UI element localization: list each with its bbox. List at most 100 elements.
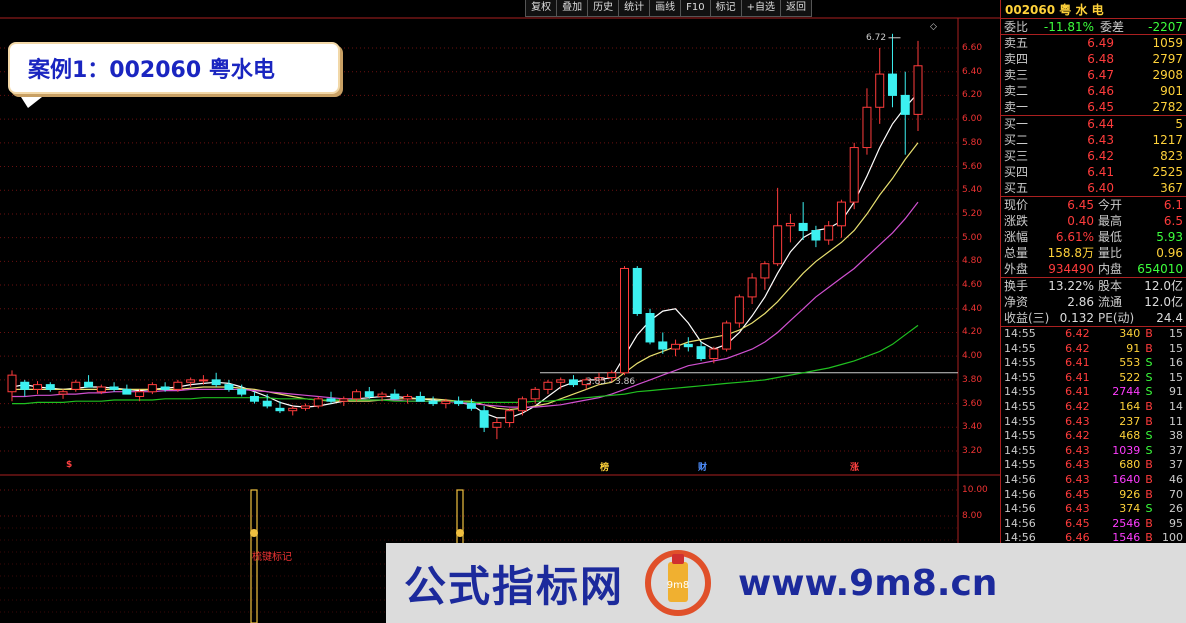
diamond-icon[interactable]: ◇ [930, 22, 937, 32]
stock-header[interactable]: 002060 粤 水 电 [1001, 0, 1186, 19]
candle-up [836, 201, 846, 227]
candle-up [722, 322, 732, 350]
tick-row[interactable]: 14:55 6.43 1039 S 37 [1001, 444, 1186, 459]
event-marker-0[interactable]: $ [66, 460, 72, 470]
ask-book: 卖五 6.49 1059 卖四 6.48 2797 卖三 6.47 2908 卖二 6.46 901 卖… [1001, 35, 1186, 116]
candle-up [747, 277, 757, 298]
info-row: 净资 2.86 流通 12.0亿 [1004, 295, 1183, 309]
price-tick-label: 3.20 [962, 446, 983, 456]
candle-up [913, 65, 923, 115]
banner-site-name: 公式指标网 [404, 561, 625, 611]
price-tick-label: 6.40 [962, 66, 983, 77]
candle-up [313, 398, 323, 407]
tick-row[interactable]: 14:55 6.42 91 B 15 [1001, 342, 1186, 357]
ma-line-1 [12, 142, 919, 411]
volume-tick-label: 10.00 [962, 485, 988, 495]
tick-row[interactable]: 14:56 6.45 926 B 70 [1001, 488, 1186, 503]
candle-down [45, 384, 55, 390]
quote-row: 现价 6.45 今开 6.1 [1004, 198, 1183, 212]
quote-row: 外盘 934490 内盘 654010 [1004, 262, 1183, 276]
price-tick-label: 3.60 [962, 398, 983, 409]
candle-down [249, 395, 259, 402]
ask-row: 卖三 6.47 2908 [1004, 68, 1183, 82]
price-tick-label: 5.60 [962, 161, 983, 172]
candle-up [403, 395, 413, 400]
candle-up [734, 296, 744, 324]
price-tick-label: 5.40 [962, 185, 983, 196]
candle-up [530, 388, 540, 400]
candle-down [466, 403, 476, 409]
info-row: 收益(三) 0.132 PE(动) 24.4 [1004, 311, 1183, 325]
candle-up [352, 391, 362, 400]
banner-url: www.9m8.cn [738, 562, 998, 604]
tick-row[interactable]: 14:55 6.43 680 B 37 [1001, 458, 1186, 473]
ask-row: 卖一 6.45 2782 [1004, 100, 1183, 114]
candle-up [620, 267, 630, 374]
tick-row[interactable]: 14:55 6.42 468 S 38 [1001, 429, 1186, 444]
candle-up [441, 400, 451, 405]
tick-row[interactable]: 14:55 6.41 553 S 16 [1001, 356, 1186, 371]
watermark-banner: 公式指标网 9m8 www.9m8.cn [386, 543, 1186, 623]
candle-down [887, 73, 897, 96]
toolbar-btn-3[interactable]: 统计 [619, 0, 651, 17]
candle-down [632, 267, 642, 315]
candle-down [237, 388, 247, 395]
price-tick-label: 4.40 [962, 303, 983, 314]
event-marker-2[interactable]: 财 [698, 460, 707, 473]
candle-down [798, 222, 808, 232]
candle-up [300, 405, 310, 409]
tick-list[interactable]: 14:55 6.42 340 B 15 14:55 6.42 91 B 15 14:55 6.41 55… [1001, 327, 1186, 546]
tick-row[interactable]: 14:55 6.42 340 B 15 [1001, 327, 1186, 342]
svg-text:9m8: 9m8 [667, 580, 689, 591]
event-marker-1[interactable]: 榜 [600, 460, 609, 473]
candle-up [339, 398, 349, 402]
candle-up [288, 407, 298, 412]
candle-down [479, 410, 489, 428]
tick-row[interactable]: 14:56 6.43 1640 B 46 [1001, 473, 1186, 488]
toolbar-btn-7[interactable]: +自选 [741, 0, 781, 17]
candle-down [224, 384, 234, 390]
price-tick-label: 4.60 [962, 280, 983, 291]
price-tick-label: 4.00 [962, 351, 983, 362]
toolbar-btn-1[interactable]: 叠加 [557, 0, 589, 17]
tick-row[interactable]: 14:55 6.43 237 B 11 [1001, 415, 1186, 430]
quote-row: 涨跌 0.40 最高 6.5 [1004, 214, 1183, 228]
chart-area[interactable]: 复权 叠加 历史 统计 画线 F10 标记 +自选 返回 案例1：002060 粤水电 6.72… [0, 0, 1000, 623]
price-tick-label: 5.80 [962, 137, 983, 148]
candle-up [58, 391, 68, 395]
candle-up [785, 222, 795, 227]
candle-up [671, 343, 681, 350]
candle-down [428, 400, 438, 405]
tick-row[interactable]: 14:56 6.45 2546 B 95 [1001, 517, 1186, 532]
bid-book: 买一 6.44 5 买二 6.43 1217 买三 6.42 823 买四 6.41 2525 买五 6.… [1001, 116, 1186, 197]
candle-up [135, 391, 145, 397]
tick-row[interactable]: 14:55 6.41 522 S 15 [1001, 371, 1186, 386]
candle-down [454, 400, 464, 405]
candle-up [543, 381, 553, 390]
toolbar-btn-2[interactable]: 历史 [588, 0, 620, 17]
tick-row[interactable]: 14:55 6.42 164 B 14 [1001, 400, 1186, 415]
candle-up [862, 106, 872, 149]
high-price-note: 6.72 [866, 33, 887, 43]
toolbar-btn-0[interactable]: 复权 [525, 0, 558, 17]
price-tick-label: 6.60 [962, 43, 983, 53]
tick-row[interactable]: 14:56 6.43 374 S 26 [1001, 502, 1186, 517]
event-marker-3[interactable]: 涨 [850, 460, 859, 473]
tick-row[interactable]: 14:55 6.41 2744 S 91 [1001, 385, 1186, 400]
bid-row: 买五 6.40 367 [1004, 181, 1183, 195]
quote-stats: 现价 6.45 今开 6.1 涨跌 0.40 最高 6.5 涨幅 6.61% 最低 5.93 总量 158… [1001, 197, 1186, 278]
toolbar-btn-4[interactable]: 画线 [650, 0, 682, 17]
candle-up [198, 379, 208, 382]
stock-code-name: 002060 粤 水 电 [1005, 2, 1104, 17]
toolbar-btn-8[interactable]: 返回 [781, 0, 812, 17]
toolbar-btn-6[interactable]: 标记 [710, 0, 742, 17]
ask-row: 卖五 6.49 1059 [1004, 36, 1183, 50]
candle-down [211, 379, 221, 386]
quote-row: 涨幅 6.61% 最低 5.93 [1004, 230, 1183, 244]
candle-down [275, 407, 285, 412]
candle-down [84, 381, 94, 388]
toolbar-btn-5[interactable]: F10 [681, 0, 711, 17]
candle-up [71, 381, 81, 390]
candle-up [505, 410, 515, 424]
candle-up [492, 422, 502, 428]
